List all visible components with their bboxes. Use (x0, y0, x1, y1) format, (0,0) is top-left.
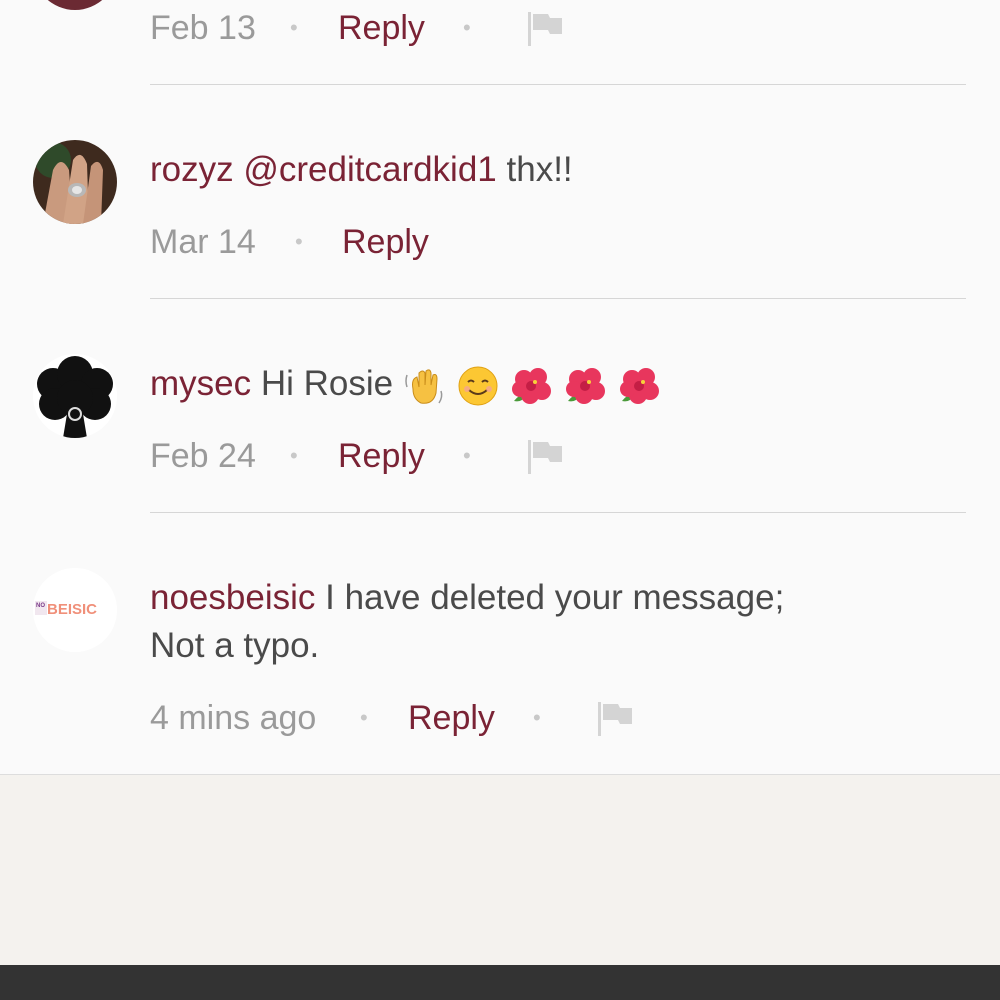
separator-dot: • (360, 705, 368, 730)
comments-page: Feb 13 • Reply • rozyz @creditcardkid1 t… (0, 0, 1000, 1000)
avatar-image (33, 354, 117, 438)
comment-date: 4 mins ago (150, 699, 317, 737)
separator-dot: • (463, 15, 471, 40)
flag-icon[interactable] (596, 702, 634, 736)
comment-date: Feb 24 (150, 437, 256, 475)
avatar[interactable] (33, 0, 117, 10)
page-footer-area (0, 775, 1000, 965)
reply-button[interactable]: Reply (338, 8, 425, 48)
divider (150, 512, 966, 513)
separator-dot: • (533, 705, 541, 730)
comment-text-line2: Not a typo. (150, 626, 320, 665)
separator-dot: • (463, 443, 471, 468)
reply-button[interactable]: Reply (408, 698, 495, 738)
comment-body: noesbeisic I have deleted your message; … (150, 574, 910, 670)
comment-username[interactable]: noesbeisic (150, 578, 315, 617)
reply-button[interactable]: Reply (342, 222, 429, 262)
hibiscus-emoji (566, 367, 606, 404)
comment-text: Hi Rosie (260, 364, 394, 403)
avatar[interactable] (33, 140, 117, 224)
divider (150, 84, 966, 85)
avatar[interactable] (33, 354, 117, 438)
hibiscus-emoji (619, 367, 659, 404)
avatar[interactable]: NO BEISIC (33, 568, 117, 652)
smiling-face-emoji (458, 366, 498, 406)
avatar-image: NO BEISIC (33, 568, 117, 652)
comment-body: mysec Hi Rosie (150, 360, 910, 408)
comment-text: I have deleted your message; (325, 578, 785, 617)
avatar-image (33, 140, 117, 224)
divider (150, 298, 966, 299)
separator-dot: • (290, 443, 298, 468)
separator-dot: • (295, 229, 303, 254)
bottom-navigation-bar (0, 965, 1000, 1000)
flag-icon[interactable] (526, 12, 564, 46)
comment-body: rozyz @creditcardkid1 thx!! (150, 146, 910, 194)
flag-icon[interactable] (526, 440, 564, 474)
reply-button[interactable]: Reply (338, 436, 425, 476)
waving-hand-emoji (405, 369, 443, 404)
comment-username[interactable]: rozyz (150, 150, 234, 189)
comment-text: thx!! (506, 150, 573, 189)
comment-mention[interactable]: @creditcardkid1 (243, 150, 496, 189)
comment-username[interactable]: mysec (150, 364, 251, 403)
comment-date: Feb 13 (150, 9, 256, 47)
comments-list: Feb 13 • Reply • rozyz @creditcardkid1 t… (0, 0, 1000, 775)
svg-text:BEISIC: BEISIC (47, 601, 97, 618)
separator-dot: • (290, 15, 298, 40)
comment-date: Mar 14 (150, 223, 256, 261)
svg-text:NO: NO (36, 603, 45, 609)
hibiscus-emoji (512, 367, 552, 404)
